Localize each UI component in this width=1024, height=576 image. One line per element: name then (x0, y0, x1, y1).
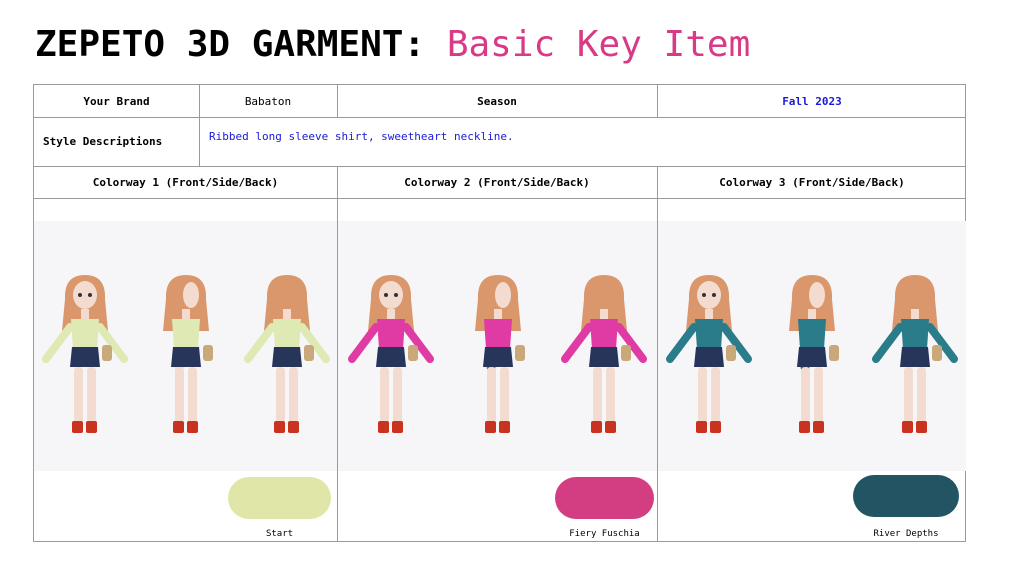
avatar-side-icon (162, 275, 213, 433)
avatar-back-icon (871, 275, 958, 433)
colorway-2-swatch-name: Fiery Fuschia (569, 529, 640, 539)
avatar-front-icon (41, 275, 128, 433)
season-label: Season (477, 94, 517, 108)
garment-spec-table: Your Brand Babaton Season Fall 2023 Styl… (33, 84, 966, 542)
page-title: ZEPETO 3D GARMENT: Basic Key Item (35, 24, 750, 65)
brand-value: Babaton (244, 94, 292, 108)
avatar-front-icon (348, 275, 435, 433)
avatar-side-icon (474, 275, 525, 433)
style-descriptions-label: Style Descriptions (43, 135, 163, 148)
avatar-side-icon (789, 275, 839, 433)
colorway-3-header: Colorway 3 (Front/Side/Back) (719, 175, 905, 189)
colorway-3-swatch (853, 475, 959, 517)
colorway-2-renders (338, 221, 657, 471)
colorway-1-swatch-name: Start (265, 529, 294, 539)
avatar-back-icon (560, 275, 647, 433)
colorway-3-renders (658, 221, 966, 471)
title-main: ZEPETO 3D GARMENT: (35, 24, 447, 65)
style-descriptions-value: Ribbed long sleeve shirt, sweetheart nec… (209, 129, 514, 143)
season-value: Fall 2023 (782, 94, 842, 108)
brand-label: Your Brand (83, 94, 150, 108)
colorway-1-swatch (228, 477, 331, 519)
colorway-1-header: Colorway 1 (Front/Side/Back) (92, 175, 279, 189)
colorway-1-renders (34, 221, 337, 471)
avatar-back-icon (243, 275, 330, 433)
colorway-3-swatch-name: River Depths (873, 529, 939, 539)
colorway-2-swatch (555, 477, 654, 519)
colorway-2-header: Colorway 2 (Front/Side/Back) (404, 175, 590, 189)
avatar-front-icon (666, 275, 753, 433)
title-accent: Basic Key Item (446, 24, 751, 65)
